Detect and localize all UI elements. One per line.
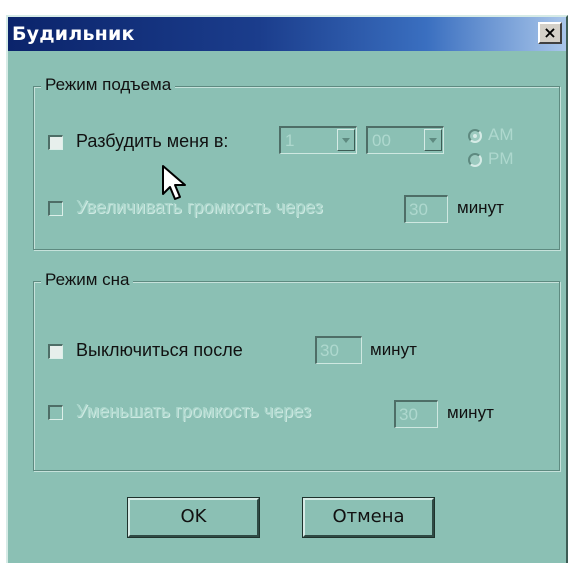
wake-mode-legend: Режим подъема [41, 75, 176, 95]
sleep-mode-legend: Режим сна [41, 270, 134, 290]
cancel-button[interactable]: Отмена [302, 497, 435, 538]
title-bar[interactable]: Будильник × [8, 17, 566, 51]
minute-dropdown-arrow-icon[interactable] [424, 129, 442, 151]
close-icon: × [543, 23, 557, 42]
am-label: AM [488, 125, 514, 144]
turn-off-minutes-field[interactable]: 30 [315, 336, 362, 364]
mouse-pointer-icon [162, 165, 186, 200]
turn-off-minutes-unit: минут [370, 340, 417, 359]
decrease-minutes-field[interactable]: 30 [394, 400, 438, 428]
wake-me-label[interactable]: Разбудить меня в: [76, 131, 228, 152]
decrease-volume-checkbox[interactable] [48, 405, 63, 420]
increase-minutes-field[interactable]: 30 [404, 195, 448, 223]
hour-dropdown-arrow-icon[interactable] [337, 129, 355, 151]
turn-off-checkbox[interactable] [48, 344, 63, 359]
hour-select[interactable]: 1 [279, 126, 357, 154]
am-radio[interactable] [468, 129, 482, 143]
alarm-dialog: Будильник × Режим подъема Разбудить меня… [6, 15, 568, 563]
minute-select[interactable]: 00 [366, 126, 444, 154]
sleep-mode-group: Режим сна Выключиться после 30 минут Уме… [33, 270, 560, 471]
wake-mode-group: Режим подъема Разбудить меня в: 1 00 AM … [33, 75, 560, 250]
pm-label: PM [488, 149, 514, 168]
decrease-volume-label: Уменьшать громкость через [76, 401, 311, 421]
turn-off-label[interactable]: Выключиться после [76, 340, 243, 361]
increase-minutes-unit: минут [457, 198, 504, 217]
hour-value: 1 [285, 131, 295, 150]
window-title: Будильник [12, 23, 135, 45]
minute-value: 00 [372, 131, 391, 150]
decrease-minutes-unit: минут [447, 403, 494, 422]
increase-volume-checkbox[interactable] [48, 201, 63, 216]
ok-button[interactable]: OK [127, 497, 260, 538]
wake-me-checkbox[interactable] [48, 135, 63, 150]
increase-volume-label: Увеличивать громкость через [76, 197, 323, 217]
pm-radio[interactable] [468, 153, 482, 167]
close-button[interactable]: × [538, 22, 562, 44]
